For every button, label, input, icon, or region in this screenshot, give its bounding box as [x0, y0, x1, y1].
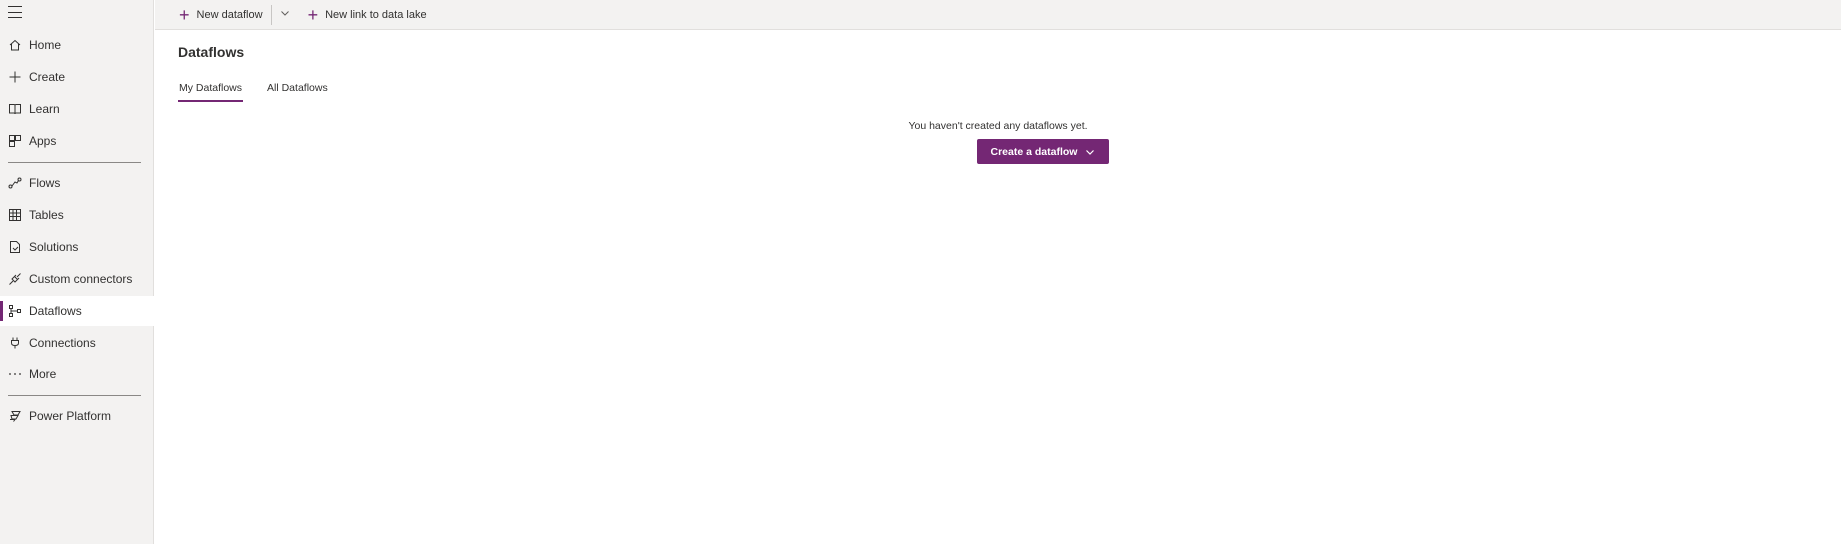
sidebar: Home Create Learn Apps Flows Tables Solu…: [0, 0, 154, 544]
sidebar-item-label: Apps: [29, 134, 57, 148]
sidebar-item-label: Home: [29, 38, 62, 52]
plus-icon: +: [307, 4, 319, 25]
sidebar-item-label: Power Platform: [29, 409, 112, 423]
tab-all-dataflows[interactable]: All Dataflows: [266, 74, 329, 102]
sidebar-item-label: Custom connectors: [29, 272, 133, 286]
power-platform-icon: [8, 409, 22, 423]
plus-icon: [8, 70, 22, 84]
sidebar-item-label: Solutions: [29, 240, 79, 254]
create-dataflow-button[interactable]: Create a dataflow: [977, 139, 1109, 164]
sidebar-item-label: Tables: [29, 208, 64, 222]
new-dataflow-dropdown-button[interactable]: [276, 0, 298, 30]
plus-icon: +: [179, 4, 190, 25]
more-icon: [8, 367, 22, 381]
new-link-to-data-lake-button[interactable]: + New link to data lake: [298, 0, 433, 30]
sidebar-item-label: Flows: [29, 176, 61, 190]
empty-state-message: You haven't created any dataflows yet.: [908, 120, 1088, 132]
chevron-down-icon: [1085, 147, 1095, 157]
sidebar-item-apps[interactable]: Apps: [0, 126, 154, 156]
sidebar-item-custom-connectors[interactable]: Custom connectors: [0, 264, 154, 294]
flow-icon: [8, 176, 22, 190]
new-link-label: New link to data lake: [325, 8, 427, 21]
sidebar-item-connections[interactable]: Connections: [0, 328, 154, 358]
connector-icon: [8, 272, 22, 286]
tab-my-dataflows[interactable]: My Dataflows: [178, 74, 244, 102]
sidebar-item-home[interactable]: Home: [0, 30, 154, 60]
sidebar-item-create[interactable]: Create: [0, 62, 154, 92]
sidebar-item-solutions[interactable]: Solutions: [0, 232, 154, 262]
book-icon: [8, 102, 22, 116]
chevron-down-icon: [280, 8, 290, 21]
sidebar-item-label: More: [29, 367, 57, 381]
sidebar-divider: [8, 395, 141, 396]
sidebar-item-tables[interactable]: Tables: [0, 200, 154, 230]
solutions-icon: [8, 240, 22, 254]
main-content: Dataflows My Dataflows All Dataflows You…: [155, 30, 1841, 544]
command-bar: + New dataflow + New link to data lake: [155, 0, 1841, 30]
split-divider: [270, 4, 272, 25]
sidebar-item-power-platform[interactable]: Power Platform: [0, 401, 154, 431]
home-icon: [8, 38, 22, 52]
sidebar-item-more[interactable]: More: [0, 359, 154, 389]
hamburger-menu-icon[interactable]: [8, 6, 22, 18]
plug-icon: [8, 336, 22, 350]
sidebar-item-flows[interactable]: Flows: [0, 168, 154, 198]
dataflow-icon: [8, 304, 22, 318]
new-dataflow-button[interactable]: + New dataflow: [155, 0, 269, 30]
sidebar-divider: [8, 162, 141, 163]
sidebar-item-dataflows[interactable]: Dataflows: [0, 296, 154, 326]
apps-icon: [8, 134, 22, 148]
new-dataflow-label: New dataflow: [196, 8, 263, 21]
sidebar-item-label: Connections: [29, 336, 96, 350]
page-title: Dataflows: [178, 44, 245, 60]
table-icon: [8, 208, 22, 222]
create-dataflow-label: Create a dataflow: [990, 145, 1078, 158]
sidebar-item-label: Learn: [29, 102, 60, 116]
tab-list: My Dataflows All Dataflows: [178, 74, 352, 102]
sidebar-item-learn[interactable]: Learn: [0, 94, 154, 124]
sidebar-item-label: Create: [29, 70, 66, 84]
sidebar-item-label: Dataflows: [29, 304, 82, 318]
